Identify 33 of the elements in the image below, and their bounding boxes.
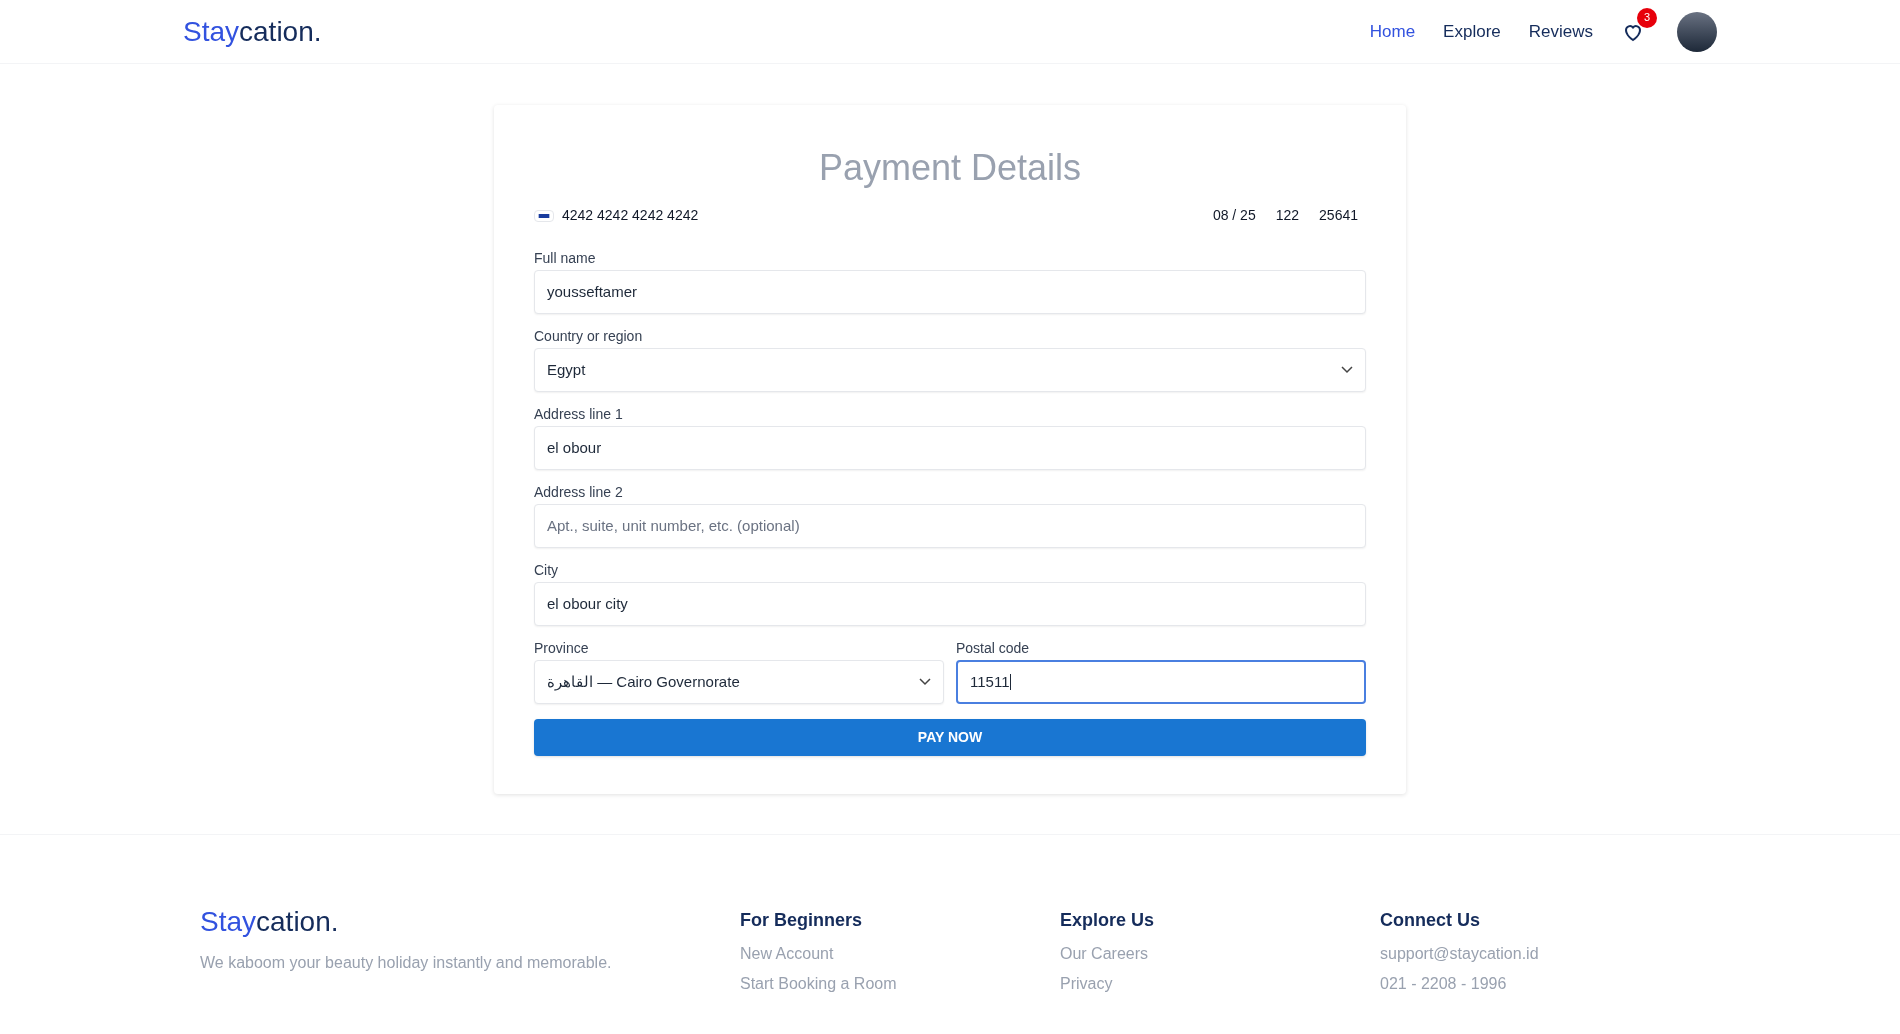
- field-label: City: [534, 562, 560, 579]
- nav-link[interactable]: Reviews: [1528, 18, 1593, 45]
- field-label: Address line 2: [534, 484, 624, 501]
- field-label: Country or region: [534, 328, 644, 345]
- field-label: Postal code: [956, 640, 1031, 657]
- tagline: We kaboom your beauty holiday instantly and memorable.: [200, 953, 613, 973]
- input-field[interactable]: el obour city: [534, 582, 1366, 626]
- avatar[interactable]: [1677, 11, 1717, 52]
- input-field[interactable]: yousseftamer: [534, 270, 1366, 314]
- select-field[interactable]: Egypt: [534, 348, 1366, 392]
- field-label: Address line 1: [534, 406, 624, 423]
- pay-now-button[interactable]: PAY NOW: [534, 719, 1366, 756]
- notification-badge: 3: [1637, 7, 1657, 28]
- field-label: Province: [534, 640, 590, 657]
- expiry-field[interactable]: 08 / 25: [1212, 205, 1256, 226]
- cvc-field[interactable]: 122: [1275, 205, 1300, 226]
- nav-link[interactable]: Home: [1369, 18, 1416, 45]
- select-field[interactable]: القاهرة — Cairo Governorate: [534, 660, 944, 704]
- zip-field[interactable]: 25641: [1319, 205, 1358, 226]
- chevron-down-icon: [919, 678, 931, 686]
- footer-heading: Explore Us: [1060, 909, 1156, 932]
- footer-heading: For Beginners: [740, 909, 864, 932]
- chevron-down-icon: [1341, 366, 1353, 374]
- form-title: Payment Details: [817, 146, 1083, 190]
- input-field[interactable]: Apt., suite, unit number, etc. (optional): [534, 504, 1366, 548]
- footer-heading: Connect Us: [1380, 909, 1481, 932]
- nav-link[interactable]: Explore: [1443, 18, 1501, 45]
- logo[interactable]: Staycation.: [183, 10, 322, 53]
- field-label: Full name: [534, 250, 597, 267]
- footer-logo[interactable]: Staycation.: [200, 901, 740, 943]
- input-field[interactable]: el obour: [534, 426, 1366, 470]
- input-field[interactable]: 11511: [956, 660, 1366, 704]
- card-number-field[interactable]: 4242 4242 4242 4242: [562, 205, 699, 226]
